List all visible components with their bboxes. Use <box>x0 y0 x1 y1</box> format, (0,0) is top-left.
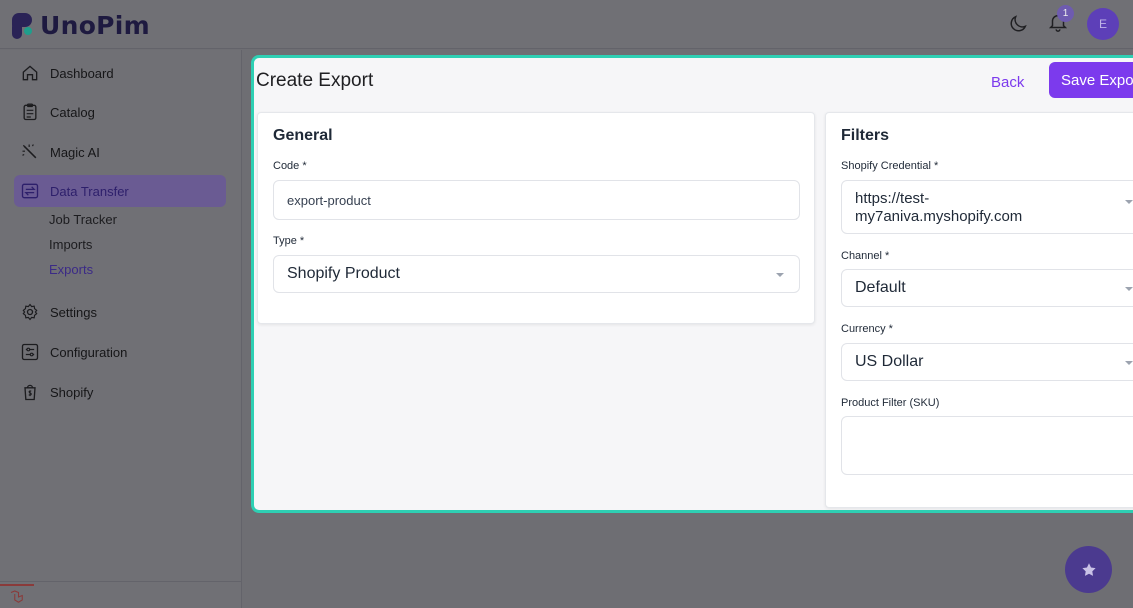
logo-text: UnoPim <box>40 11 151 40</box>
filters-panel-title: Filters <box>841 127 890 144</box>
laravel-icon[interactable] <box>0 584 34 608</box>
home-icon <box>22 65 38 81</box>
sidebar-footer <box>0 581 242 608</box>
channel-label: Channel * <box>841 250 890 262</box>
general-panel-title: General <box>273 127 333 144</box>
floating-action-button[interactable] <box>1065 546 1112 593</box>
sidebar-item-label: Dashboard <box>50 65 114 81</box>
chevron-down-icon <box>776 273 784 277</box>
moon-icon[interactable] <box>1007 13 1029 35</box>
general-panel: General Code * export-product Type * Sho… <box>257 112 815 324</box>
sidebar-item-configuration[interactable]: Configuration <box>14 336 226 368</box>
currency-select[interactable]: US Dollar <box>841 343 1133 381</box>
chevron-down-icon <box>1125 361 1133 365</box>
clipboard-icon <box>23 103 37 121</box>
currency-select-value: US Dollar <box>855 353 924 370</box>
code-label: Code * <box>273 160 307 172</box>
notifications-button[interactable]: 1 <box>1047 4 1074 38</box>
unopim-logo-icon <box>12 12 36 39</box>
top-bar: UnoPim 1 E <box>0 0 1133 49</box>
shopify-credential-label: Shopify Credential * <box>841 160 939 172</box>
avatar[interactable]: E <box>1087 8 1119 40</box>
magic-wand-icon <box>22 144 37 159</box>
sidebar-subitem-imports[interactable]: Imports <box>49 237 92 252</box>
shopify-credential-select[interactable]: https://test- my7aniva.myshopify.com <box>841 180 1133 234</box>
sidebar-item-data-transfer[interactable]: Data Transfer <box>14 175 226 207</box>
sidebar-subitem-exports[interactable]: Exports <box>49 262 93 277</box>
code-input[interactable]: export-product <box>273 180 800 220</box>
page-title: Create Export <box>256 70 374 91</box>
sliders-icon <box>21 343 39 361</box>
star-icon <box>1081 562 1096 576</box>
channel-select[interactable]: Default <box>841 269 1133 307</box>
sidebar-item-dashboard[interactable]: Dashboard <box>14 57 226 89</box>
gear-icon <box>22 303 38 321</box>
sidebar-item-shopify[interactable]: Shopify <box>14 376 226 408</box>
notification-badge: 1 <box>1057 4 1074 22</box>
logo[interactable]: UnoPim <box>12 11 150 40</box>
credential-value-line2: my7aniva.myshopify.com <box>855 208 1023 225</box>
type-select[interactable]: Shopify Product <box>273 255 800 293</box>
credential-value-line1: https://test- <box>855 190 930 207</box>
sidebar: Dashboard Catalog Magic AI Data Transfer… <box>0 50 242 608</box>
create-export-card: Create Export Back Save Export General C… <box>251 55 1133 513</box>
sidebar-item-settings[interactable]: Settings <box>14 296 226 328</box>
sidebar-item-label: Settings <box>50 304 97 320</box>
sidebar-subitem-job-tracker[interactable]: Job Tracker <box>49 212 117 227</box>
sidebar-item-label: Data Transfer <box>50 183 129 199</box>
filters-panel: Filters Shopify Credential * https://tes… <box>825 112 1133 508</box>
transfer-icon <box>21 183 39 199</box>
back-link[interactable]: Back <box>991 74 1024 91</box>
currency-label: Currency * <box>841 323 893 335</box>
type-select-value: Shopify Product <box>287 265 400 282</box>
code-input-value: export-product <box>287 193 371 208</box>
type-label: Type * <box>273 235 305 247</box>
shopping-bag-icon <box>24 384 36 401</box>
sidebar-item-label: Catalog <box>50 104 95 120</box>
sidebar-item-label: Shopify <box>50 384 94 400</box>
sidebar-item-magic-ai[interactable]: Magic AI <box>14 136 226 168</box>
chevron-down-icon <box>1125 200 1133 204</box>
chevron-down-icon <box>1125 287 1133 291</box>
save-export-button[interactable]: Save Export <box>1049 62 1133 98</box>
sidebar-item-label: Configuration <box>50 344 128 360</box>
channel-select-value: Default <box>855 279 906 296</box>
sidebar-item-label: Magic AI <box>50 144 100 160</box>
product-filter-sku-textarea[interactable] <box>841 416 1133 475</box>
product-filter-label: Product Filter (SKU) <box>841 397 940 409</box>
sidebar-item-catalog[interactable]: Catalog <box>14 96 226 128</box>
